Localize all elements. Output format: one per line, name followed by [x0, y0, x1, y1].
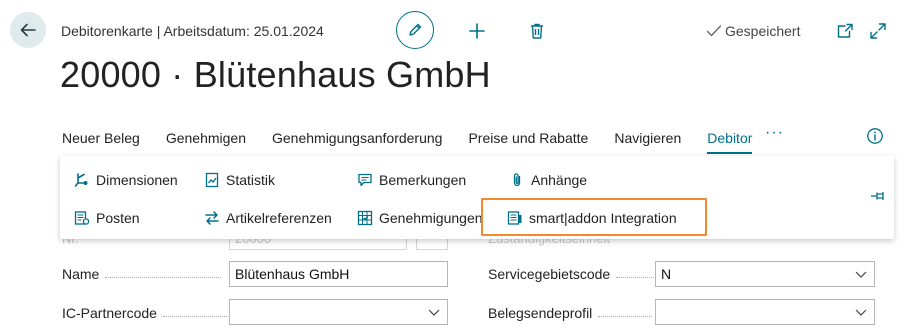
- customer-actions-dropdown: Dimensionen Statistik Bemerkungen Anhäng…: [60, 156, 894, 239]
- label-leader: [162, 315, 227, 317]
- pin-button[interactable]: [870, 189, 888, 208]
- trash-icon: [531, 23, 543, 39]
- menu-item-attachments[interactable]: Anhänge: [509, 172, 587, 188]
- service-zone-value: N: [661, 266, 672, 282]
- menu-item-label: Statistik: [226, 172, 276, 188]
- paperclip-icon: [513, 173, 521, 187]
- ic-partner-label: IC-Partnercode: [62, 305, 227, 321]
- menu-item-label: Dimensionen: [96, 172, 178, 188]
- ic-partner-label-text: IC-Partnercode: [62, 305, 157, 321]
- action-request-approval[interactable]: Genehmigungsanforderung: [272, 130, 442, 146]
- page-title: 20000 · Blütenhaus GmbH: [60, 54, 491, 95]
- doc-profile-select[interactable]: [655, 299, 875, 325]
- doc-profile-label-text: Belegsendeprofil: [488, 305, 593, 321]
- menu-item-comments[interactable]: Bemerkungen: [357, 172, 466, 188]
- menu-item-label: Posten: [96, 210, 140, 226]
- expand-button[interactable]: [866, 19, 890, 43]
- action-approve[interactable]: Genehmigen: [166, 130, 246, 146]
- service-zone-label-text: Servicegebietscode: [488, 266, 611, 282]
- service-zone-label: Servicegebietscode: [488, 266, 659, 282]
- popout-button[interactable]: [833, 19, 857, 43]
- expand-icon: [870, 23, 886, 39]
- name-label-text: Name: [62, 266, 100, 282]
- popout-icon: [837, 23, 853, 38]
- swap-arrows-icon: [205, 211, 219, 225]
- info-icon: [867, 128, 883, 144]
- delete-button[interactable]: [525, 19, 549, 43]
- action-prices-discounts[interactable]: Preise und Rabatte: [468, 130, 588, 146]
- plus-icon: [469, 23, 485, 39]
- more-actions-button[interactable]: ···: [765, 124, 784, 142]
- action-new-document[interactable]: Neuer Beleg: [62, 130, 140, 146]
- label-leader: [598, 315, 653, 317]
- menu-item-dimensions[interactable]: Dimensionen: [74, 172, 178, 188]
- menu-item-label: Genehmigungen: [379, 210, 483, 226]
- name-label: Name: [62, 266, 222, 282]
- edit-button[interactable]: [396, 11, 434, 49]
- label-leader: [105, 276, 222, 278]
- menu-item-approvals[interactable]: Genehmigungen: [357, 210, 483, 226]
- comments-icon: [358, 173, 372, 187]
- check-icon: [706, 25, 722, 37]
- back-button[interactable]: [10, 12, 46, 48]
- pin-icon: [871, 192, 884, 200]
- statistics-icon: [205, 172, 219, 188]
- highlight-frame: [481, 198, 707, 236]
- chevron-down-icon: [855, 309, 867, 316]
- menu-item-label: Anhänge: [531, 172, 588, 188]
- menu-item-entries[interactable]: Posten: [74, 210, 140, 226]
- back-arrow-icon: [20, 23, 36, 37]
- menu-item-label: Bemerkungen: [379, 172, 467, 188]
- breadcrumb: Debitorenkarte | Arbeitsdatum: 25.01.202…: [61, 23, 324, 39]
- service-zone-select[interactable]: N: [655, 261, 875, 287]
- info-button[interactable]: [866, 127, 884, 150]
- action-bar: Neuer Beleg Genehmigen Genehmigungsanfor…: [62, 130, 778, 154]
- entries-icon: [74, 211, 90, 225]
- menu-item-item-references[interactable]: Artikelreferenzen: [204, 210, 332, 226]
- pencil-icon: [409, 23, 422, 36]
- saved-status: Gespeichert: [706, 23, 800, 39]
- action-customer[interactable]: Debitor: [707, 130, 753, 154]
- ic-partner-select[interactable]: [229, 299, 448, 325]
- new-button[interactable]: [465, 19, 489, 43]
- menu-item-statistics[interactable]: Statistik: [204, 172, 275, 188]
- label-leader: [616, 276, 659, 278]
- action-navigate[interactable]: Navigieren: [614, 130, 681, 146]
- dimensions-icon: [74, 173, 88, 187]
- name-input[interactable]: Blütenhaus GmbH: [229, 261, 448, 287]
- chevron-down-icon: [428, 309, 440, 316]
- saved-status-label: Gespeichert: [725, 23, 801, 39]
- chevron-down-icon: [855, 271, 867, 278]
- menu-item-label: Artikelreferenzen: [226, 210, 332, 226]
- approvals-icon: [357, 210, 373, 226]
- doc-profile-label: Belegsendeprofil: [488, 305, 653, 321]
